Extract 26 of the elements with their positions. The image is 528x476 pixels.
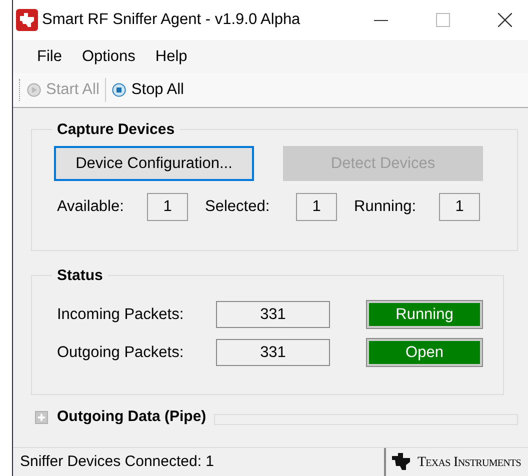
counter-value: 1 <box>439 193 480 221</box>
app-logo-icon <box>16 9 38 31</box>
counter-value: 1 <box>296 193 337 221</box>
menu-item[interactable]: Options <box>74 44 142 68</box>
state-indicator: Open <box>367 339 482 366</box>
packet-count: 331 <box>216 339 330 366</box>
counter-value: 1 <box>147 193 188 221</box>
counter-label: Available: <box>57 197 125 218</box>
play-icon <box>27 83 41 97</box>
state-logo-icon <box>391 452 412 472</box>
menu-item[interactable]: File <box>30 44 69 68</box>
stop-icon <box>112 83 126 97</box>
push-button[interactable]: Device Configuration... <box>54 146 254 181</box>
state-indicator: Running <box>367 301 482 328</box>
window-title: Smart RF Sniffer Agent - v1.9.0 Alpha <box>42 10 300 30</box>
status-label: Outgoing Packets: <box>57 342 185 363</box>
menu-item[interactable]: Help <box>148 44 194 68</box>
counter-label: Running: <box>354 197 418 218</box>
status-text: Sniffer Devices Connected: 1 <box>20 452 214 472</box>
packet-count: 331 <box>216 301 330 328</box>
toolbar-button[interactable]: Stop All <box>112 78 184 102</box>
company-name: Texas Instruments <box>417 454 521 472</box>
section-title[interactable]: Outgoing Data (Pipe) <box>57 406 206 428</box>
status-label: Incoming Packets: <box>57 304 185 325</box>
counter-label: Selected: <box>205 197 271 218</box>
close-icon[interactable] <box>498 13 512 27</box>
